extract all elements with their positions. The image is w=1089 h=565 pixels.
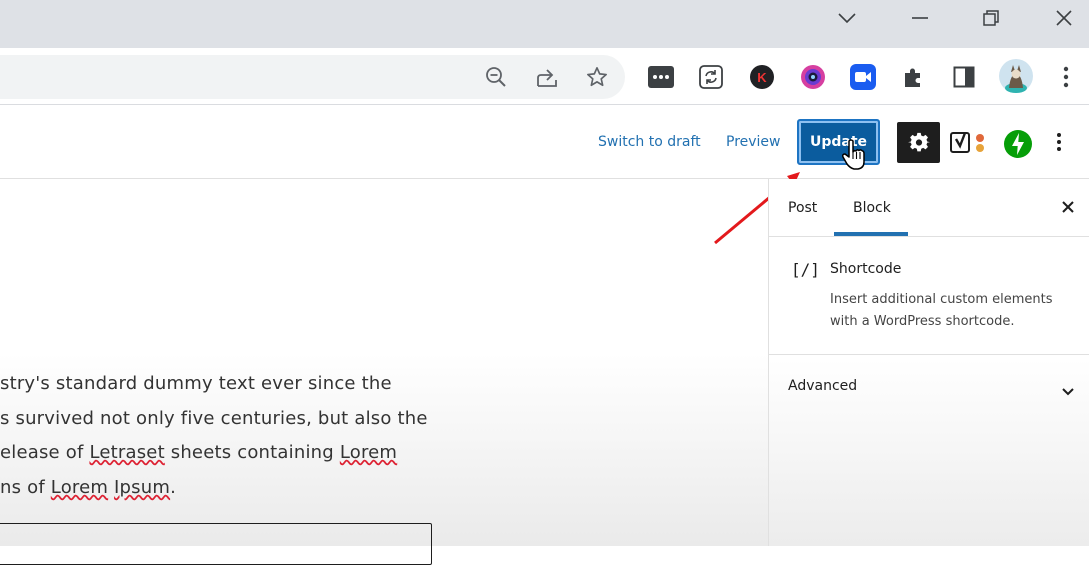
jetpack-icon[interactable] [1003, 129, 1033, 159]
restore-icon[interactable] [955, 0, 1027, 36]
options-menu-icon[interactable] [1056, 132, 1064, 154]
shortcode-block-input[interactable] [0, 523, 432, 565]
paragraph-line: elease of Letraset sheets containing Lor… [0, 442, 397, 463]
chevron-down-icon[interactable] [811, 0, 883, 36]
gear-icon [907, 132, 930, 151]
hand-cursor-icon [842, 139, 865, 170]
browser-menu-icon[interactable] [1053, 64, 1079, 90]
switch-to-draft-button[interactable]: Switch to draft [598, 134, 701, 150]
sync-extension-icon[interactable] [698, 64, 724, 90]
advanced-panel-toggle[interactable]: Advanced [769, 355, 1089, 413]
shortcode-icon: [/] [791, 260, 820, 279]
paragraph-text: ns of [0, 477, 51, 498]
paragraph-text: sheets containing [164, 442, 340, 463]
spellcheck-word: Lorem [339, 442, 398, 463]
puzzle-icon[interactable] [900, 64, 926, 90]
block-description-line1: Insert additional custom elements [830, 292, 1053, 307]
paragraph-text: . [170, 477, 177, 498]
k-extension-icon[interactable]: K [749, 64, 775, 90]
spellcheck-word: Ipsum [114, 477, 171, 498]
settings-button[interactable] [897, 122, 940, 163]
browser-toolbar: K [0, 48, 1089, 104]
tab-block[interactable]: Block [853, 200, 891, 216]
block-description-line2: with a WordPress shortcode. [830, 314, 1015, 329]
paragraph-text: stry's standard dummy text ever since th… [0, 373, 392, 394]
paragraph-text: elease of [0, 442, 90, 463]
block-card: [/] Shortcode Insert additional custom e… [769, 236, 1089, 355]
more-dots-extension-icon[interactable] [648, 64, 674, 90]
paragraph-line: stry's standard dummy text ever since th… [0, 373, 392, 394]
window-titlebar [0, 0, 1089, 48]
paragraph-line: s survived not only five centuries, but … [0, 408, 428, 429]
editor-content[interactable]: stry's standard dummy text ever since th… [0, 179, 768, 565]
camera-extension-icon[interactable] [800, 64, 826, 90]
video-extension-icon[interactable] [850, 64, 876, 90]
avatar[interactable] [998, 58, 1034, 94]
chevron-down-icon [1061, 382, 1077, 396]
yoast-icon[interactable] [950, 131, 988, 155]
tab-post[interactable]: Post [788, 200, 817, 216]
share-icon[interactable] [535, 65, 559, 89]
advanced-label: Advanced [788, 378, 858, 394]
zoom-out-icon[interactable] [484, 65, 508, 89]
settings-sidebar: Post Block [/] Shortcode Insert addition… [768, 179, 1089, 546]
side-panel-icon[interactable] [951, 64, 977, 90]
close-icon[interactable] [1028, 0, 1089, 36]
minimize-icon[interactable] [884, 0, 956, 36]
svg-text:K: K [757, 70, 767, 85]
spellcheck-word: Lorem [50, 477, 109, 498]
paragraph-text: s survived not only five centuries, but … [0, 408, 428, 429]
sidebar-tabs: Post Block [769, 179, 1089, 237]
paragraph-line: ns of Lorem Ipsum. [0, 477, 176, 498]
preview-button[interactable]: Preview [726, 134, 781, 150]
spellcheck-word: Letraset [89, 442, 165, 463]
close-sidebar-icon[interactable] [1060, 199, 1076, 215]
block-title: Shortcode [830, 261, 902, 277]
star-icon[interactable] [585, 65, 609, 89]
address-bar[interactable] [0, 55, 625, 99]
editor-header: Switch to draft Preview Update [0, 105, 1089, 179]
